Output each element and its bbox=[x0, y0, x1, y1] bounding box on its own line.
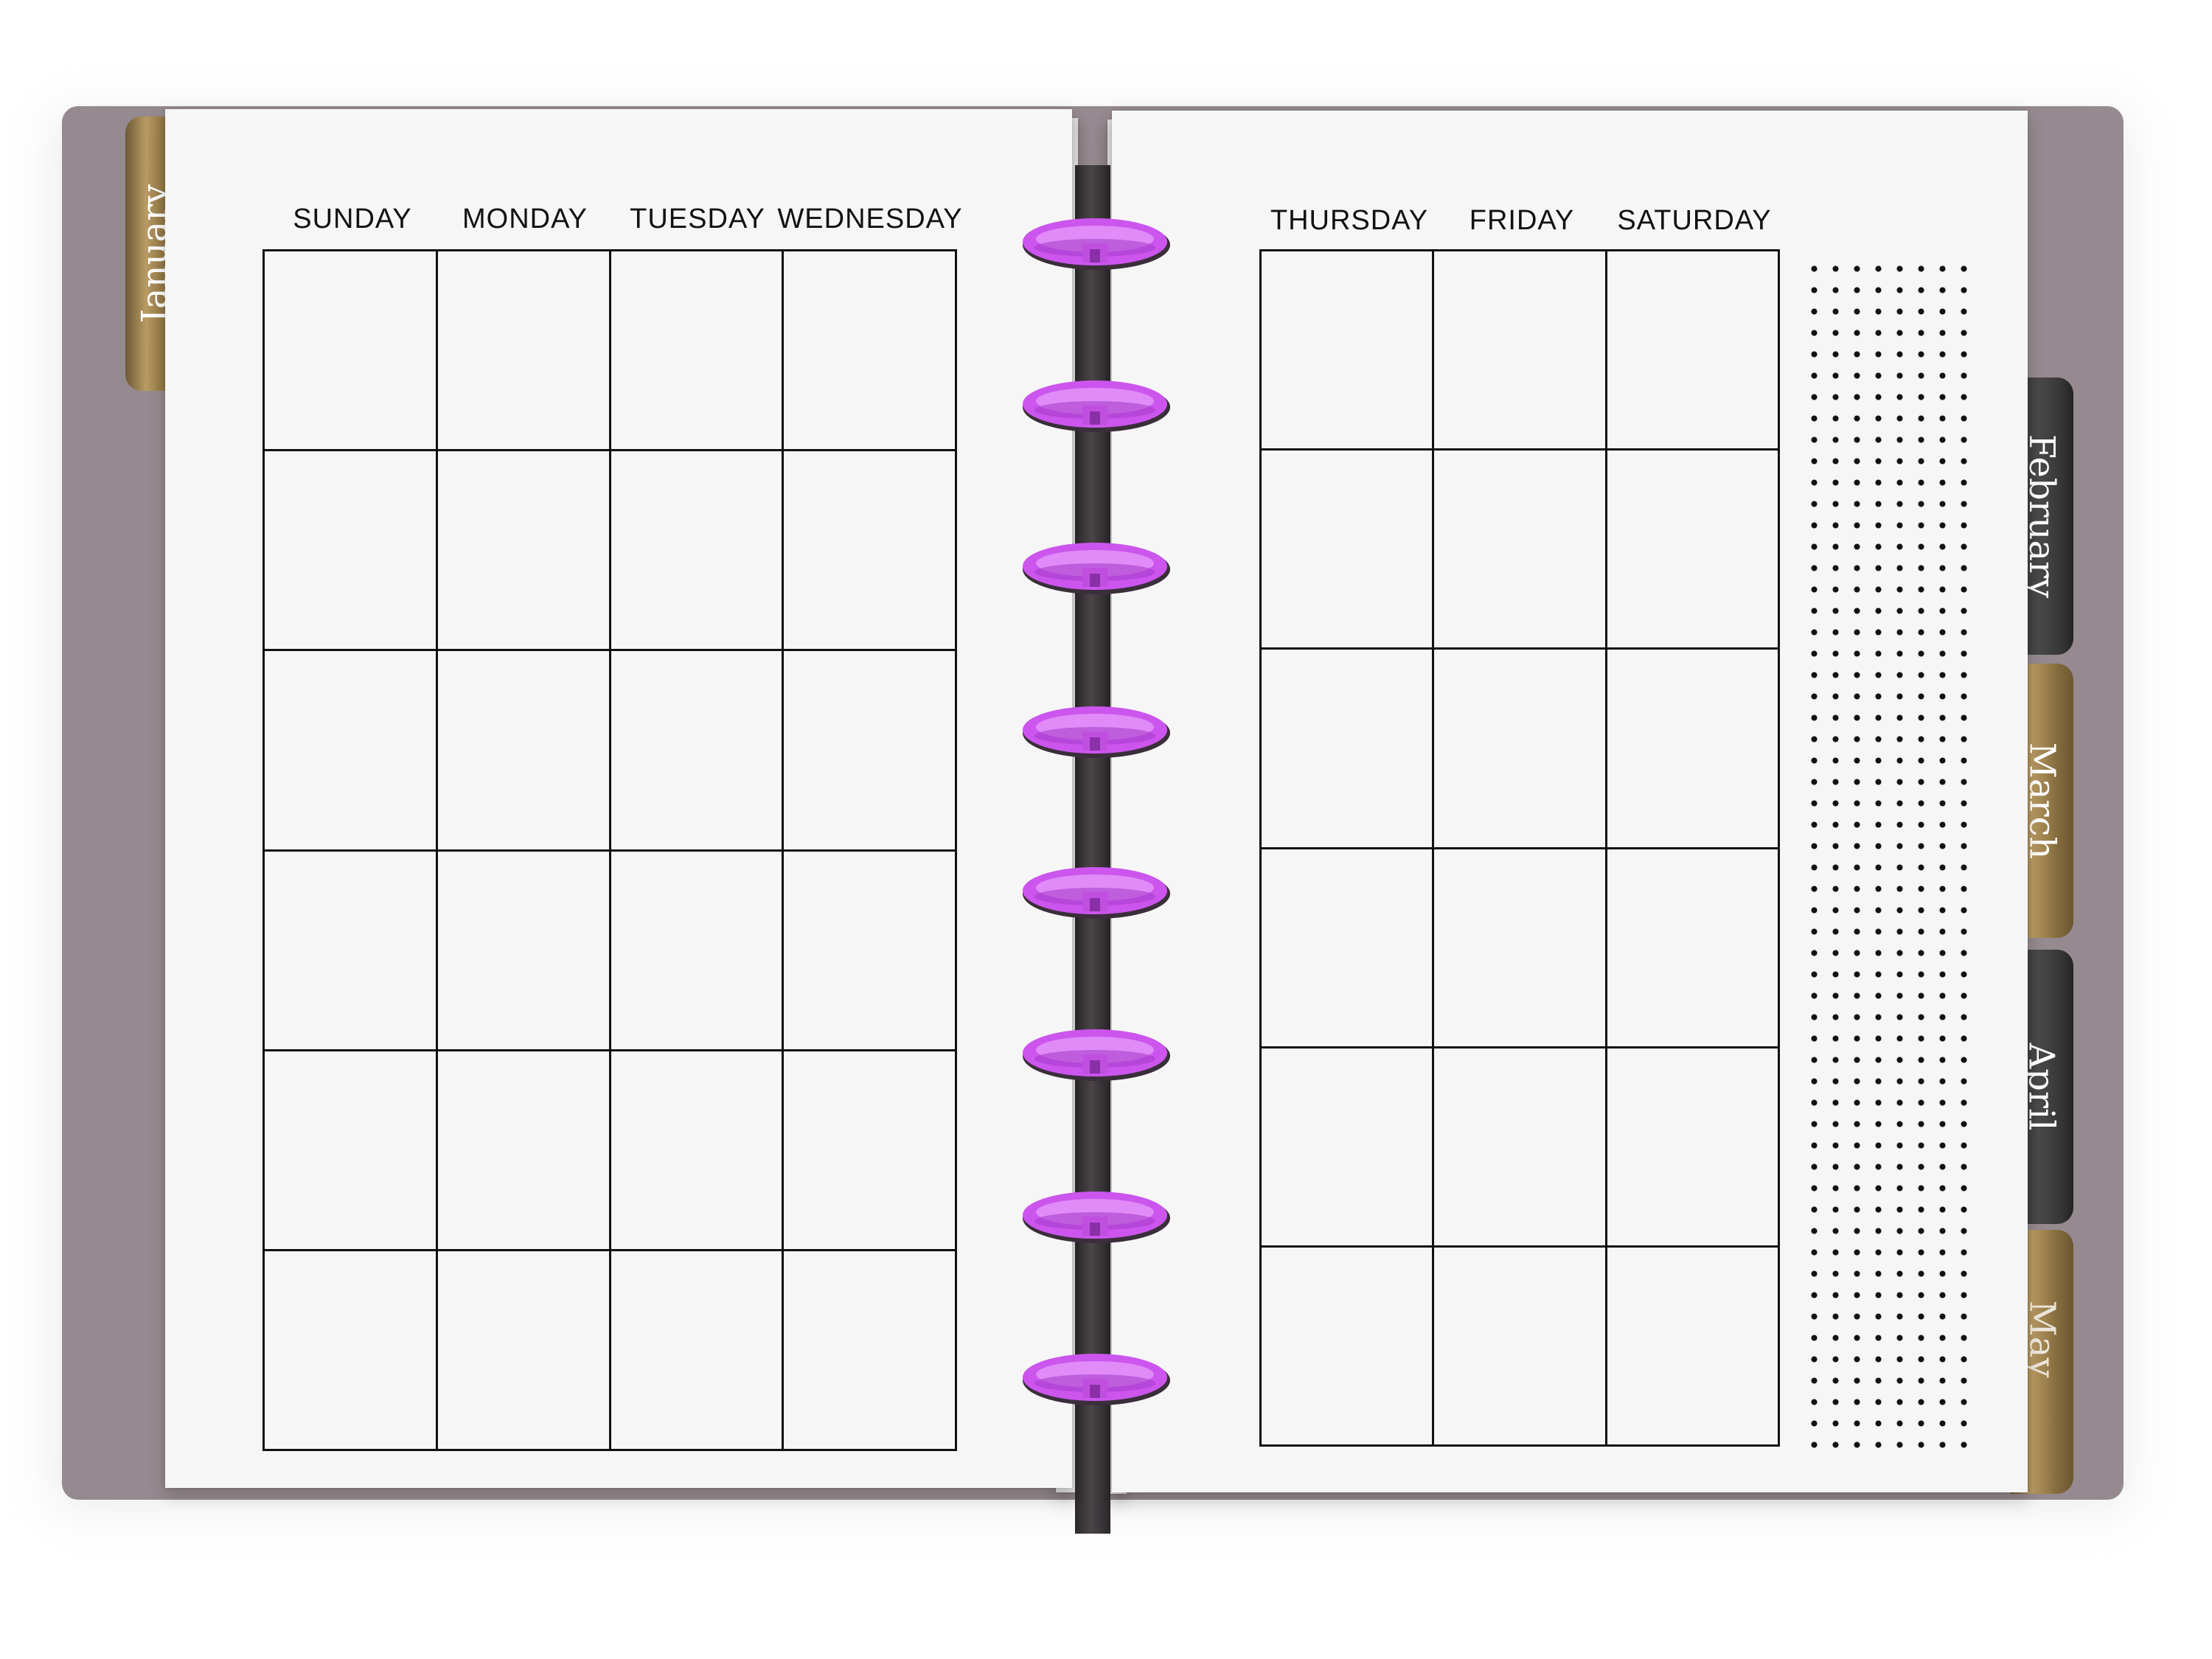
binding-ring bbox=[1019, 1187, 1174, 1243]
right-grid-row-line bbox=[1259, 1245, 1780, 1248]
day-label-thursday: THURSDAY bbox=[1270, 205, 1429, 236]
left-grid-row-line bbox=[262, 649, 957, 651]
left-grid-row-line bbox=[262, 849, 957, 852]
day-label-friday: FRIDAY bbox=[1469, 205, 1575, 236]
right-grid-row-line bbox=[1259, 249, 1780, 251]
binding-ring bbox=[1019, 376, 1174, 432]
binding-ring bbox=[1019, 863, 1174, 919]
calendar-grid-left[interactable] bbox=[262, 249, 957, 1451]
binding-ring bbox=[1019, 1025, 1174, 1081]
day-label-sunday: SUNDAY bbox=[293, 204, 412, 234]
right-grid-row-line bbox=[1259, 847, 1780, 849]
left-grid-row-line bbox=[262, 249, 957, 251]
right-grid-row-line bbox=[1259, 448, 1780, 451]
binding-ring bbox=[1019, 538, 1174, 594]
right-grid-row-line bbox=[1259, 647, 1780, 650]
day-label-tuesday: TUESDAY bbox=[630, 204, 765, 234]
right-grid-row-line bbox=[1259, 1444, 1780, 1447]
day-label-saturday: SATURDAY bbox=[1617, 205, 1772, 236]
left-grid-row-line bbox=[262, 1049, 957, 1051]
binding-ring bbox=[1019, 1349, 1174, 1405]
right-grid-row-line bbox=[1259, 1046, 1780, 1048]
calendar-grid-right[interactable] bbox=[1259, 249, 1780, 1447]
binding-ring bbox=[1019, 214, 1174, 270]
binding-gutter bbox=[1075, 165, 1110, 1534]
notes-dot-grid[interactable] bbox=[1804, 258, 1982, 1451]
day-label-monday: MONDAY bbox=[462, 204, 588, 234]
left-grid-row-line bbox=[262, 1249, 957, 1251]
left-grid-row-line bbox=[262, 1449, 957, 1451]
day-label-wednesday: WEDNESDAY bbox=[777, 204, 963, 234]
binding-ring bbox=[1019, 702, 1174, 758]
left-grid-row-line bbox=[262, 449, 957, 451]
